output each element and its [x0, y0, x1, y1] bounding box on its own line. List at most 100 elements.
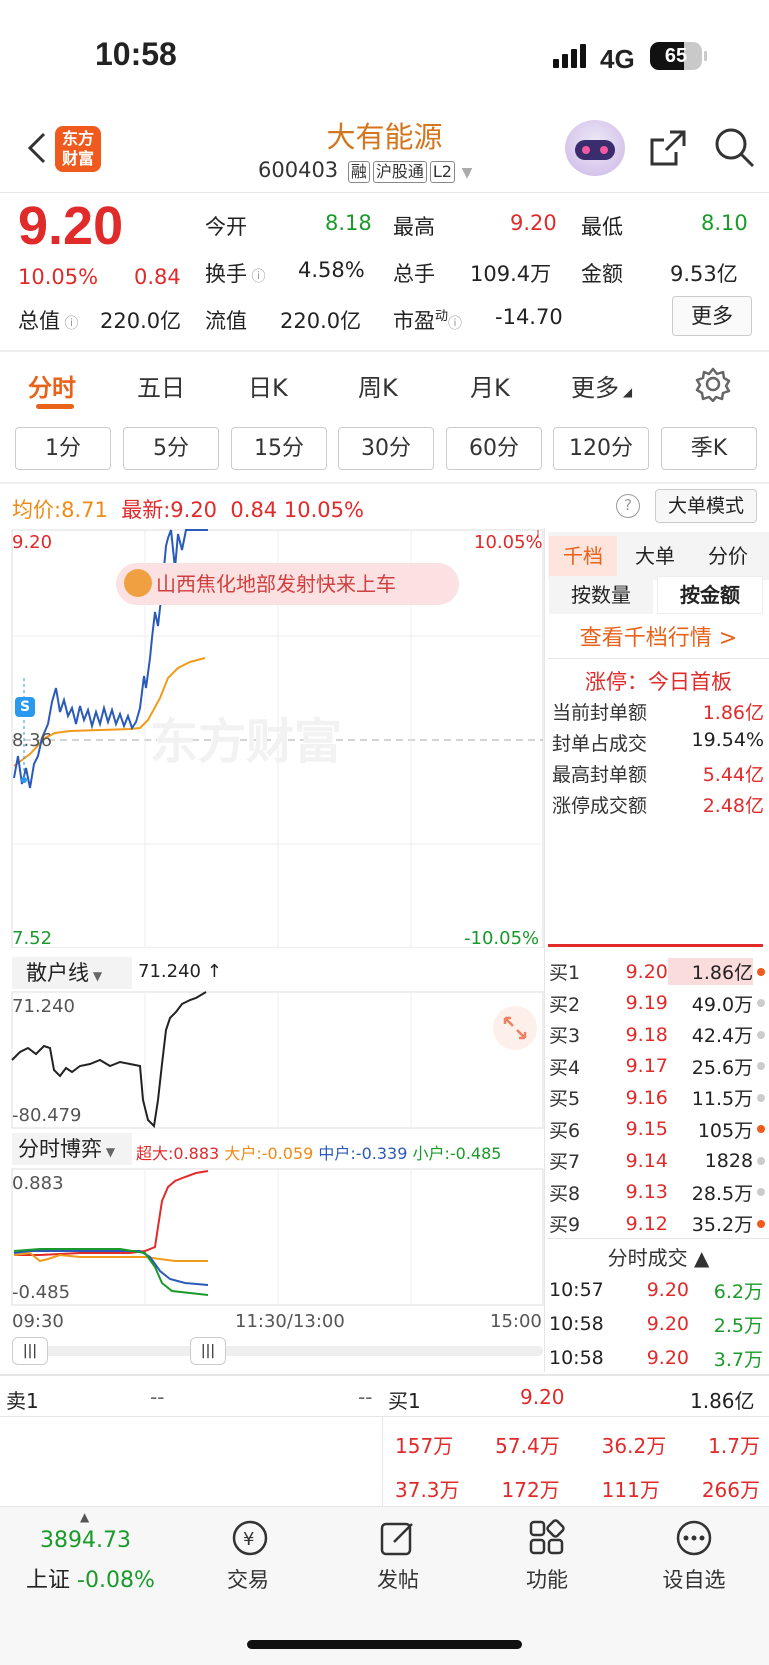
trade-icon[interactable]: ¥ [230, 1518, 270, 1558]
bid-row: 买9 9.12 35.2万 [549, 1208, 765, 1240]
open-value: 8.18 [325, 211, 372, 235]
period-5m[interactable]: 5分 [123, 427, 219, 470]
nav-functions[interactable]: 功能 [492, 1564, 602, 1594]
help-icon[interactable]: ? [616, 494, 640, 518]
mcap-label: 总值 ⓘ [18, 309, 79, 333]
tick-row: 10:58 9.20 2.5万 [549, 1313, 763, 1337]
tab-intraday[interactable]: 分时 [28, 368, 76, 403]
queue-row: 157万 57.4万 36.2万 1.7万 [395, 1434, 760, 1458]
index-quote[interactable]: 上证 -0.08% [26, 1562, 155, 1594]
functions-icon[interactable] [527, 1518, 567, 1558]
side-sub-by-amount[interactable]: 按金额 [657, 576, 763, 614]
pct-axis-min: -10.05% [464, 928, 540, 949]
side-tab-big-order[interactable]: 大单 [620, 536, 690, 576]
bid-row: 买2 9.19 49.0万 [549, 988, 765, 1020]
low-value: 8.10 [701, 211, 748, 235]
bid-row: 买8 9.13 28.5万 [549, 1177, 765, 1209]
y-axis-max: 9.20 [12, 532, 53, 553]
watermark: 东方财富 [150, 716, 342, 769]
float-value: 220.0亿 [280, 309, 362, 333]
period-30m[interactable]: 30分 [338, 427, 434, 470]
post-icon[interactable] [378, 1518, 418, 1558]
status-time: 10:58 [95, 36, 177, 72]
pe-value: -14.70 [495, 305, 563, 329]
stock-code-row: 600403 融沪股通 L2 ▼ [258, 158, 472, 183]
tick-row: 10:58 9.20 3.7万 [549, 1347, 763, 1371]
tab-more[interactable]: 更多 ◢ [571, 368, 632, 403]
side-tab-price[interactable]: 分价 [693, 536, 763, 576]
search-icon[interactable] [713, 126, 757, 170]
promo-banner[interactable]: 山西焦化地部发射快来上车 [116, 563, 459, 605]
mascot-icon [124, 569, 152, 597]
float-label: 流值 [205, 309, 247, 333]
side-sub-by-count[interactable]: 按数量 [549, 576, 653, 614]
retail-line-select[interactable]: 散户线 ▼ [12, 957, 132, 989]
seal-stats: 当前封单额 1.86亿 封单占成交 19.54% 最高封单额 5.44亿 涨停成交额 2… [552, 698, 764, 822]
view-depth-link[interactable]: 查看千档行情 > [548, 620, 769, 652]
stat-row: 封单占成交 19.54% [552, 729, 764, 755]
settings-gear-icon[interactable] [695, 366, 731, 403]
tick-list: 10:57 9.20 6.2万 10:58 9.20 2.5万 10:58 9.20 3.7… [549, 1273, 763, 1375]
ticks-header[interactable]: 分时成交 ▲ [548, 1242, 769, 1271]
game-select[interactable]: 分时博弈 ▼ [12, 1133, 132, 1165]
y-axis-min: 7.52 [12, 928, 53, 949]
nav-add-watchlist[interactable]: 设自选 [639, 1564, 749, 1594]
tab-weekly[interactable]: 周K [358, 368, 398, 403]
period-60m[interactable]: 60分 [446, 427, 542, 470]
time-scrollbar[interactable] [12, 1346, 543, 1356]
retail-min: -80.479 [12, 1105, 82, 1126]
bid-row: 买6 9.15 105万 [549, 1114, 765, 1146]
share-icon[interactable] [646, 126, 690, 170]
bid-row: 买3 9.18 42.4万 [549, 1019, 765, 1051]
tab-monthly[interactable]: 月K [470, 368, 510, 403]
stat-row: 最高封单额 5.44亿 [552, 764, 764, 786]
stat-row: 当前封单额 1.86亿 [552, 702, 764, 724]
volume-value: 109.4万 [470, 262, 552, 286]
marker-s-icon[interactable]: S [15, 697, 35, 717]
scroll-handle-left[interactable]: ||| [12, 1337, 48, 1365]
game-min: -0.485 [12, 1282, 71, 1303]
x-axis-mid: 11:30/13:00 [235, 1311, 345, 1332]
scroll-handle-right[interactable]: ||| [190, 1337, 226, 1365]
expand-icon[interactable] [493, 1006, 537, 1050]
tick-row: 10:57 9.20 6.2万 [549, 1279, 763, 1303]
more-button[interactable]: 更多 [672, 296, 752, 336]
pe-label: 市盈动ⓘ [393, 309, 463, 333]
robot-assistant-icon[interactable] [565, 120, 625, 176]
period-1m[interactable]: 1分 [15, 427, 111, 470]
pct-axis-max: 10.05% [474, 532, 543, 553]
home-indicator [247, 1640, 522, 1649]
stock-code: 600403 [258, 158, 339, 182]
turnover-value: 4.58% [298, 258, 365, 282]
dropdown-icon[interactable]: ▼ [462, 165, 473, 181]
tag-connect: 沪股通 [372, 161, 427, 183]
ask1-volume: -- [358, 1385, 373, 1409]
period-15m[interactable]: 15分 [231, 427, 327, 470]
retail-max: 71.240 [12, 996, 75, 1017]
ask1-label: 卖1 [6, 1389, 39, 1413]
period-120m[interactable]: 120分 [553, 427, 649, 470]
signal-icon [553, 44, 589, 68]
side-tab-depth[interactable]: 千档 [549, 536, 617, 576]
game-chart[interactable] [0, 1167, 548, 1307]
index-value[interactable]: 3894.73 [40, 1528, 131, 1553]
tab-daily[interactable]: 日K [248, 368, 288, 403]
period-quarter[interactable]: 季K [661, 427, 757, 470]
mcap-value: 220.0亿 [100, 309, 182, 333]
nav-trade[interactable]: 交易 [193, 1564, 303, 1594]
amount-label: 金额 [581, 262, 623, 286]
game-legend: 超大:0.883 大户:-0.059 中户:-0.339 小户:-0.485 [136, 1144, 502, 1163]
x-axis-start: 09:30 [12, 1311, 64, 1332]
y-axis-mid: 8.36 [12, 730, 53, 751]
network-type: 4G [600, 44, 635, 74]
battery-tip [704, 51, 707, 61]
nav-post[interactable]: 发帖 [343, 1564, 453, 1594]
svg-text:¥: ¥ [243, 1529, 254, 1550]
big-order-mode-button[interactable]: 大单模式 [655, 489, 757, 523]
change-value: 0.84 [134, 265, 181, 289]
tag-margin: 融 [347, 161, 370, 183]
more-options-icon[interactable] [674, 1518, 714, 1558]
tab-five-day[interactable]: 五日 [137, 368, 185, 403]
retail-line-chart[interactable] [0, 990, 548, 1130]
limit-up-status: 涨停：今日首板 [585, 670, 732, 694]
